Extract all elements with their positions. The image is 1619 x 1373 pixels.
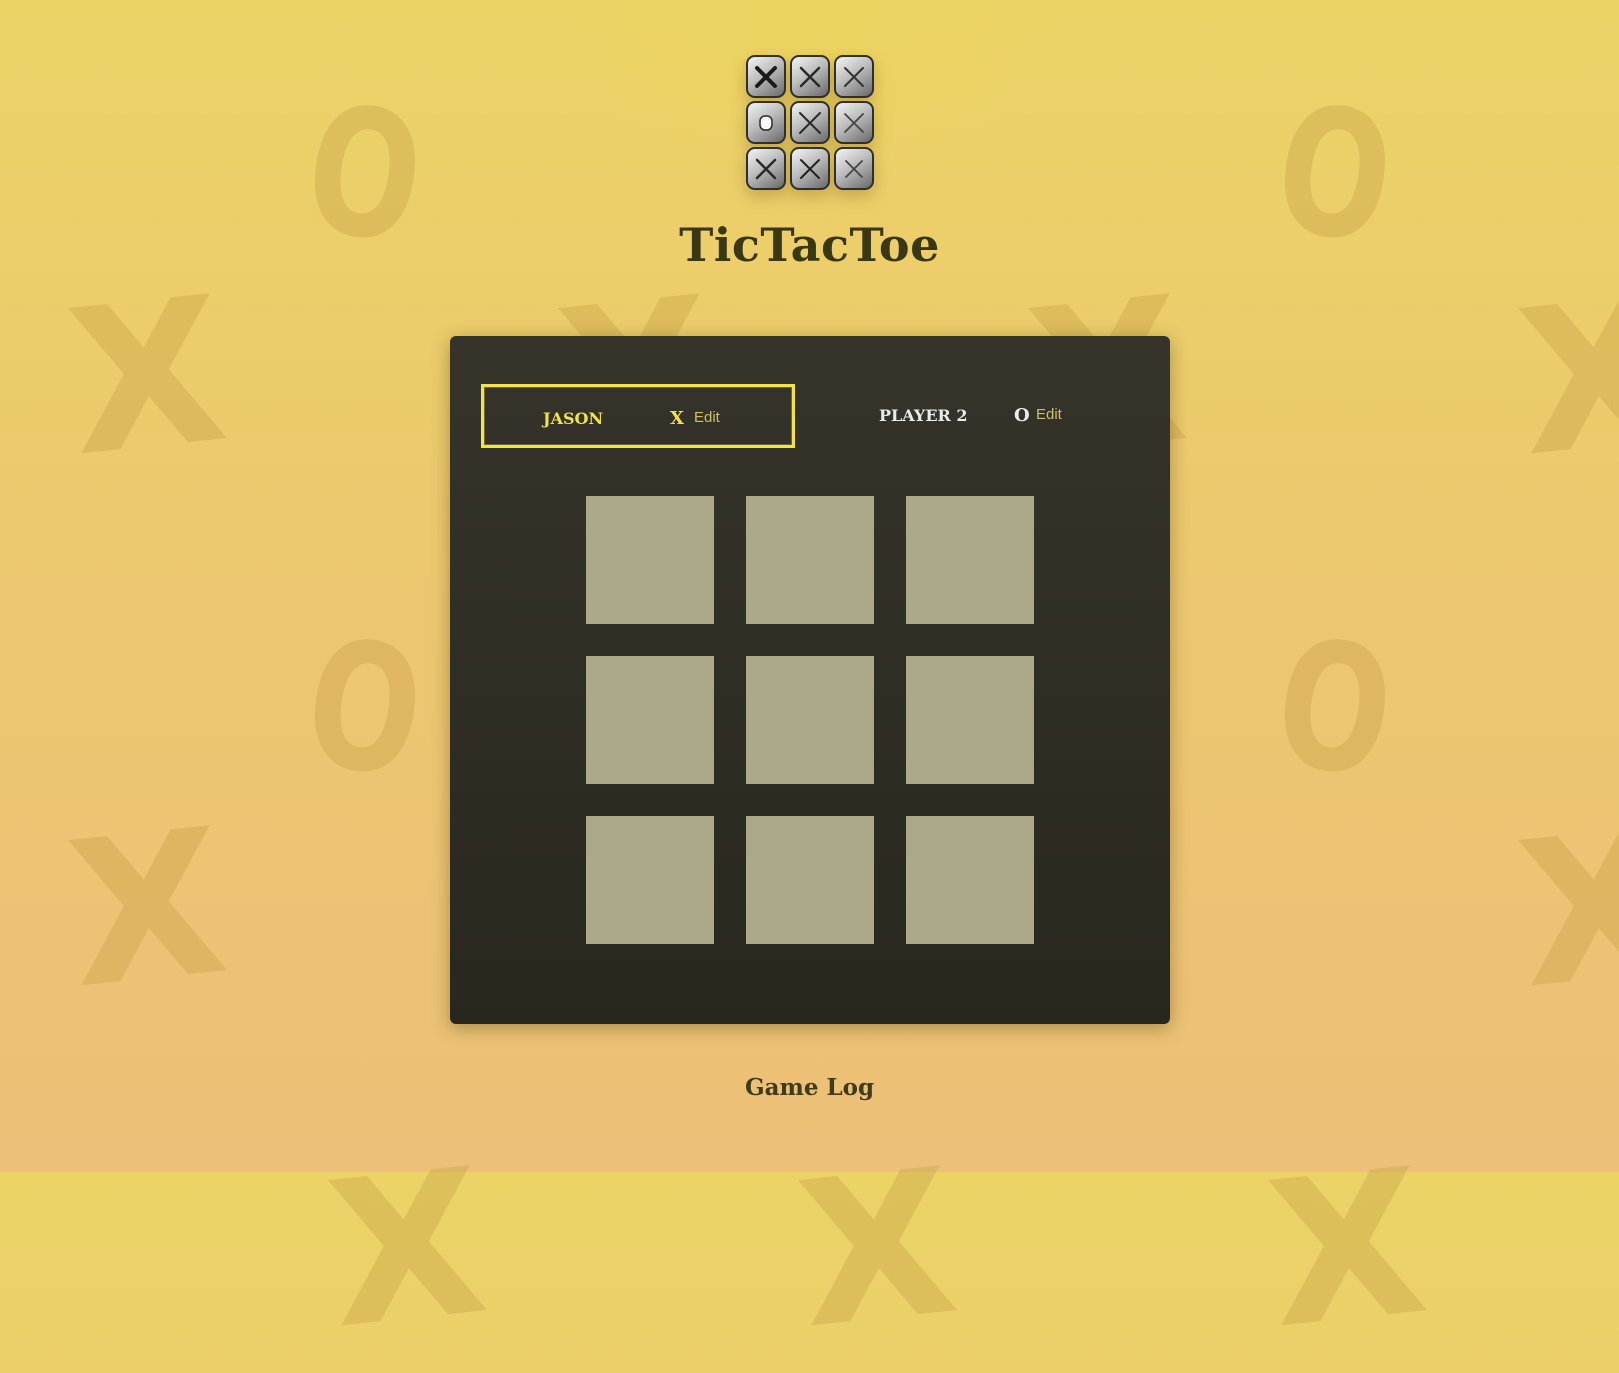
- background-x-mark: X: [58, 785, 236, 1034]
- board-cell-4[interactable]: [586, 656, 714, 784]
- logo-x-tile: [834, 101, 874, 144]
- logo-o-tile: [746, 101, 786, 144]
- x-icon: [800, 158, 820, 179]
- background-x-mark: X: [1508, 253, 1619, 502]
- background-o-mark: O: [1265, 601, 1404, 818]
- x-icon: [844, 112, 864, 133]
- x-icon: [755, 158, 777, 179]
- player-2-symbol: O: [1014, 405, 1030, 426]
- game-log-heading: Game Log: [744, 1074, 875, 1101]
- background-o-mark: O: [295, 601, 434, 818]
- logo-x-tile: [834, 55, 874, 98]
- board-cell-7[interactable]: [586, 816, 714, 944]
- board-cell-3[interactable]: [906, 496, 1034, 624]
- x-icon: [845, 159, 863, 178]
- game-panel: JASON X Edit PLAYER 2 O Edit: [450, 336, 1170, 1024]
- board-cell-1[interactable]: [586, 496, 714, 624]
- background-x-mark: X: [1258, 1125, 1436, 1373]
- x-icon: [844, 66, 864, 87]
- logo-x-tile: [746, 147, 786, 190]
- board-cell-5[interactable]: [746, 656, 874, 784]
- board-cell-9[interactable]: [906, 816, 1034, 944]
- board-cell-2[interactable]: [746, 496, 874, 624]
- background-x-mark: X: [58, 253, 236, 502]
- page-title: TicTacToe: [679, 218, 940, 272]
- x-icon: [755, 65, 777, 88]
- logo-x-tile: [790, 101, 830, 144]
- player-1-card: JASON X Edit: [481, 384, 795, 448]
- player-2-name: PLAYER 2: [879, 406, 968, 425]
- o-icon: [759, 114, 773, 131]
- logo-x-tile: [790, 147, 830, 190]
- player-2-card: PLAYER 2 O Edit: [825, 384, 1139, 448]
- game-board: [586, 496, 1034, 944]
- logo-x-tile: [790, 55, 830, 98]
- logo-x-tile: [834, 147, 874, 190]
- x-icon: [799, 66, 821, 87]
- edit-player-1-button[interactable]: Edit: [694, 409, 720, 426]
- x-icon: [799, 111, 821, 134]
- logo-x-tile: [746, 55, 786, 98]
- player-1-name: JASON: [543, 409, 604, 428]
- board-cell-6[interactable]: [906, 656, 1034, 784]
- edit-player-2-button[interactable]: Edit: [1036, 406, 1062, 423]
- background-x-mark: X: [318, 1125, 496, 1373]
- app-logo: [746, 55, 875, 193]
- board-cell-8[interactable]: [746, 816, 874, 944]
- background-x-mark: X: [1508, 785, 1619, 1034]
- player-1-symbol: X: [670, 408, 684, 429]
- background-x-mark: X: [788, 1125, 966, 1373]
